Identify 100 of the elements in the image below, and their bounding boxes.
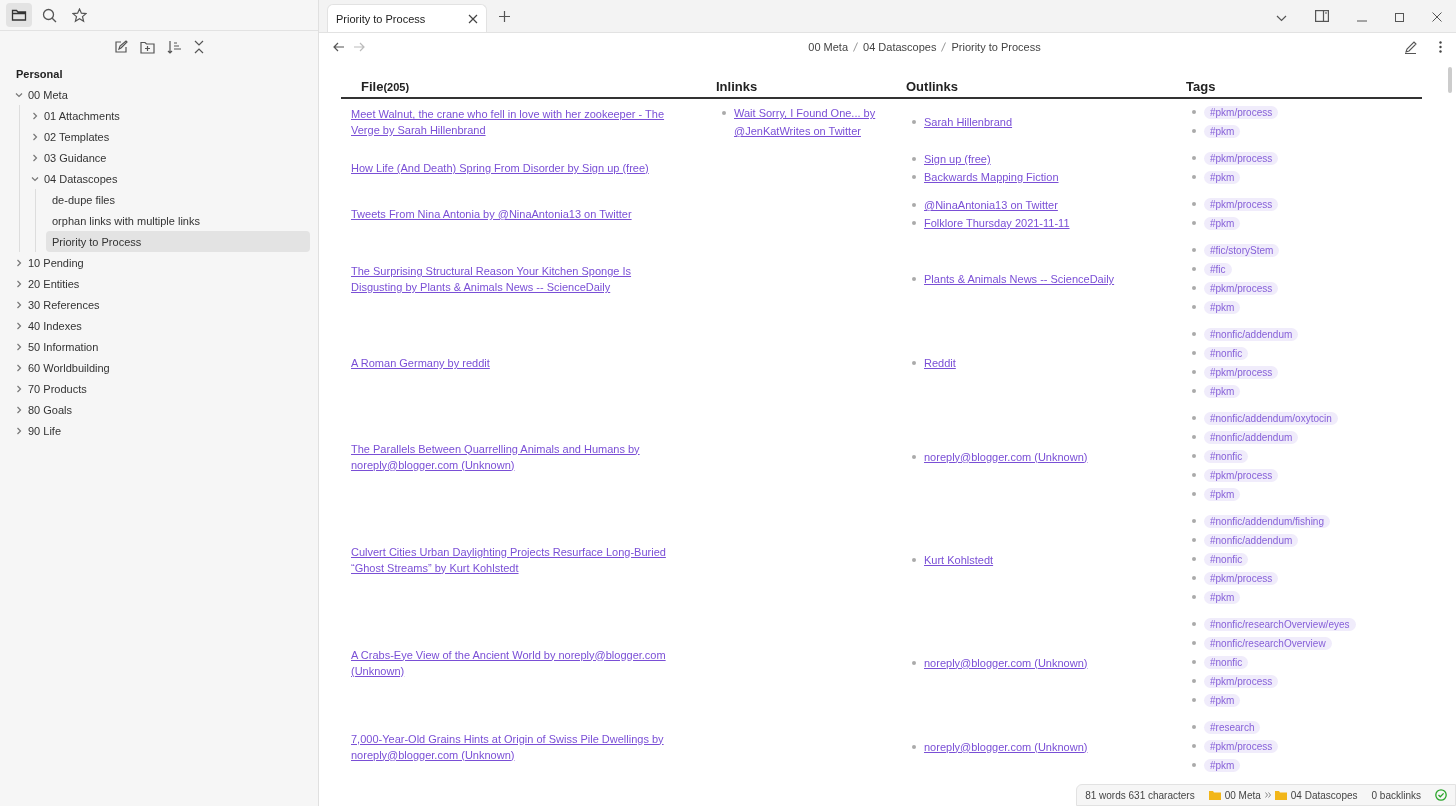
- tag-pill[interactable]: #nonfic: [1204, 656, 1249, 669]
- folder-item[interactable]: 90 Life: [14, 420, 310, 441]
- tag-pill[interactable]: #pkm/process: [1204, 198, 1279, 211]
- tag-pill[interactable]: #pkm/process: [1204, 469, 1279, 482]
- tag-pill[interactable]: #pkm: [1204, 591, 1241, 604]
- chevron-right-icon[interactable]: [30, 110, 40, 121]
- outlink[interactable]: Backwards Mapping Fiction: [924, 168, 1059, 186]
- tag-pill[interactable]: #nonfic/researchOverview: [1204, 637, 1332, 650]
- sort-icon[interactable]: [166, 40, 181, 54]
- tag-pill[interactable]: #pkm/process: [1204, 675, 1279, 688]
- tag-pill[interactable]: #pkm: [1204, 171, 1241, 184]
- sidebar-toggle-icon[interactable]: [1315, 10, 1329, 22]
- outlink[interactable]: noreply@blogger.com (Unknown): [924, 737, 1088, 756]
- tag-pill[interactable]: #nonfic/addendum/fishing: [1204, 515, 1330, 528]
- column-header[interactable]: Inlinks: [706, 75, 896, 98]
- tag-pill[interactable]: #pkm/process: [1204, 366, 1279, 379]
- chevron-right-icon[interactable]: [14, 299, 24, 310]
- outlink[interactable]: Sarah Hillenbrand: [924, 113, 1013, 131]
- file-item[interactable]: orphan links with multiple links: [46, 210, 310, 231]
- new-note-icon[interactable]: [113, 40, 128, 54]
- close-icon[interactable]: [1432, 12, 1442, 22]
- outlink[interactable]: noreply@blogger.com (Unknown): [924, 653, 1088, 672]
- chevron-right-icon[interactable]: [14, 320, 24, 331]
- tag-pill[interactable]: #pkm: [1204, 694, 1241, 707]
- chevron-right-icon[interactable]: [14, 404, 24, 415]
- tag-pill[interactable]: #nonfic/addendum/oxytocin: [1204, 412, 1338, 425]
- file-link[interactable]: The Parallels Between Quarrelling Animals and Humans by noreply@blogger.com (Unknown): [351, 440, 682, 473]
- tag-pill[interactable]: #nonfic/addendum: [1204, 534, 1299, 547]
- tag-pill[interactable]: #nonfic/addendum: [1204, 431, 1299, 444]
- inlink[interactable]: Wait Sorry, I Found One... by @JenKatWrites on Twitter: [734, 104, 886, 140]
- tag-pill[interactable]: #pkm/process: [1204, 740, 1279, 753]
- folder-item[interactable]: 60 Worldbuilding: [14, 357, 310, 378]
- back-arrow-icon[interactable]: [333, 42, 344, 52]
- close-icon[interactable]: [468, 13, 478, 24]
- folder-item[interactable]: 80 Goals: [14, 399, 310, 420]
- chevron-right-icon[interactable]: [14, 257, 24, 268]
- folder-item[interactable]: 70 Products: [14, 378, 310, 399]
- tag-pill[interactable]: #pkm: [1204, 385, 1241, 398]
- chevron-right-icon[interactable]: [14, 341, 24, 352]
- column-header[interactable]: Tags: [1176, 75, 1422, 98]
- breadcrumb-item[interactable]: 04 Datascopes: [863, 41, 937, 53]
- document-tab[interactable]: Priority to Process: [327, 4, 487, 32]
- tag-pill[interactable]: #pkm/process: [1204, 152, 1279, 165]
- file-link[interactable]: A Crabs-Eye View of the Ancient World by noreply@blogger.com (Unknown): [351, 646, 682, 679]
- folder-item[interactable]: 02 Templates: [30, 126, 310, 147]
- outlink[interactable]: Kurt Kohlstedt: [924, 550, 994, 569]
- folder-item[interactable]: 20 Entities: [14, 273, 310, 294]
- breadcrumb-item[interactable]: 00 Meta: [808, 41, 849, 53]
- folder-path-item[interactable]: 04 Datascopes: [1290, 789, 1358, 801]
- file-link[interactable]: Culvert Cities Urban Daylighting Projects Resurface Long-Buried “Ghost Streams” by Kurt Kohlstedt: [351, 543, 682, 576]
- outlink[interactable]: Sign up (free): [924, 150, 991, 168]
- tag-pill[interactable]: #pkm: [1204, 488, 1241, 501]
- chevron-right-icon[interactable]: [30, 131, 40, 142]
- chevron-down-icon[interactable]: [1276, 15, 1287, 22]
- file-item[interactable]: de-dupe files: [46, 189, 310, 210]
- new-tab-icon[interactable]: [499, 11, 510, 22]
- tag-pill[interactable]: #pkm/process: [1204, 106, 1279, 119]
- maximize-icon[interactable]: [1395, 13, 1404, 22]
- file-link[interactable]: How Life (And Death) Spring From Disorder by Sign up (free): [351, 160, 649, 176]
- folder-item[interactable]: 50 Information: [14, 336, 310, 357]
- file-link[interactable]: Tweets From Nina Antonia by @NinaAntonia13 on Twitter: [351, 206, 632, 222]
- backlinks-count[interactable]: 0 backlinks: [1371, 789, 1421, 801]
- chevron-right-icon[interactable]: [14, 362, 24, 373]
- file-item[interactable]: Priority to Process: [46, 231, 310, 252]
- pencil-icon[interactable]: [1404, 40, 1417, 54]
- folder-item[interactable]: 04 Datascopes: [30, 168, 310, 189]
- tag-pill[interactable]: #nonfic: [1204, 450, 1249, 463]
- tag-pill[interactable]: #pkm: [1204, 301, 1241, 314]
- outlink[interactable]: Plants & Animals News -- ScienceDaily: [924, 270, 1115, 288]
- collapse-icon[interactable]: [192, 40, 205, 54]
- folder-item[interactable]: 01 Attachments: [30, 105, 310, 126]
- folder-path-item[interactable]: 00 Meta: [1224, 789, 1261, 801]
- breadcrumb-item[interactable]: Priority to Process: [951, 41, 1041, 53]
- tag-pill[interactable]: #pkm: [1204, 759, 1241, 772]
- tag-pill[interactable]: #nonfic/addendum: [1204, 328, 1299, 341]
- outlink[interactable]: @NinaAntonia13 on Twitter: [924, 196, 1058, 214]
- scrollbar-thumb[interactable]: [1448, 67, 1452, 93]
- folder-item[interactable]: 40 Indexes: [14, 315, 310, 336]
- tag-pill[interactable]: #fic: [1204, 263, 1232, 276]
- folder-item[interactable]: 10 Pending: [14, 252, 310, 273]
- search-icon[interactable]: [41, 7, 57, 23]
- star-icon[interactable]: [71, 7, 87, 23]
- tag-pill[interactable]: #pkm/process: [1204, 572, 1279, 585]
- check-circle-icon[interactable]: [1435, 789, 1447, 801]
- tag-pill[interactable]: #research: [1204, 721, 1261, 734]
- chevron-right-icon[interactable]: [30, 152, 40, 163]
- file-link[interactable]: Meet Walnut, the crane who fell in love with her zookeeper - The Verge by Sarah Hillenbrand: [351, 106, 682, 138]
- chevron-right-icon[interactable]: [14, 425, 24, 436]
- folder-item[interactable]: 30 References: [14, 294, 310, 315]
- file-explorer-tab[interactable]: [6, 3, 32, 27]
- file-link[interactable]: A Roman Germany by reddit: [351, 355, 490, 371]
- tag-pill[interactable]: #pkm/process: [1204, 282, 1279, 295]
- tag-pill[interactable]: #pkm: [1204, 217, 1241, 230]
- outlink[interactable]: noreply@blogger.com (Unknown): [924, 447, 1088, 466]
- file-link[interactable]: 7,000-Year-Old Grains Hints at Origin of Swiss Pile Dwellings by noreply@blogger.com (Unknown): [351, 730, 682, 763]
- tag-pill[interactable]: #nonfic: [1204, 553, 1249, 566]
- tag-pill[interactable]: #nonfic/researchOverview/eyes: [1204, 618, 1356, 631]
- folder-item[interactable]: 03 Guidance: [30, 147, 310, 168]
- new-folder-icon[interactable]: [139, 40, 155, 54]
- folder-item[interactable]: 00 Meta: [14, 84, 310, 105]
